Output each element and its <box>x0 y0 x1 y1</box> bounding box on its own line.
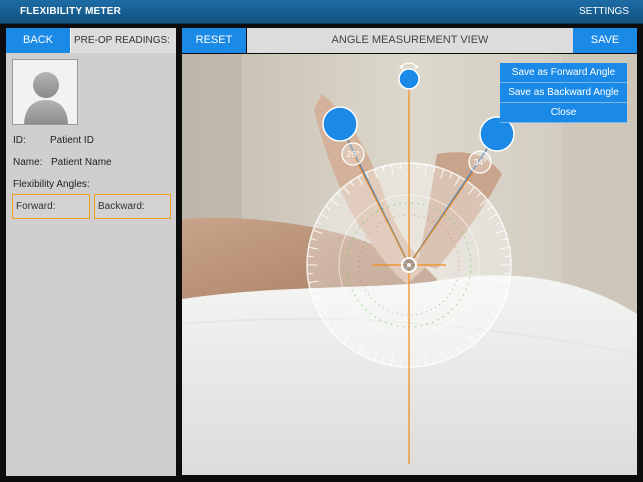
close-menu-item[interactable]: Close <box>500 103 627 123</box>
app-title: FLEXIBILITY METER <box>20 6 121 17</box>
name-label: Name: <box>13 157 43 168</box>
app-window: FLEXIBILITY METER SETTINGS BACK PRE-OP R… <box>0 0 643 482</box>
patient-name-value: Patient Name <box>51 157 112 168</box>
dial-tick <box>416 360 419 367</box>
rotate-arrows-icon <box>400 62 418 69</box>
patient-id-value: Patient ID <box>50 135 94 146</box>
dial-tick <box>399 163 402 170</box>
dial-tick <box>416 163 419 170</box>
left-angle-value: 26° <box>347 149 360 159</box>
save-angle-menu: Save as Forward Angle Save as Backward A… <box>500 63 627 123</box>
avatar-person-icon <box>24 72 68 124</box>
save-forward-angle-item[interactable]: Save as Forward Angle <box>500 63 627 83</box>
left-angle-handle[interactable] <box>322 106 358 142</box>
backward-angle-field[interactable]: Backward: <box>94 194 171 219</box>
settings-button[interactable]: SETTINGS <box>579 6 629 17</box>
forward-angle-field[interactable]: Forward: <box>12 194 90 219</box>
save-button[interactable]: SAVE <box>573 28 637 53</box>
id-label: ID: <box>13 135 26 146</box>
dial-tick <box>504 255 511 258</box>
reset-button[interactable]: RESET <box>182 28 246 53</box>
dial-tick <box>399 360 402 367</box>
dial-tick <box>307 272 314 275</box>
flexibility-angles-label: Flexibility Angles: <box>13 179 90 190</box>
patient-panel: ID: Patient ID Name: Patient Name Flexib… <box>6 53 176 476</box>
preop-readings-header: PRE-OP READINGS: <box>70 28 176 53</box>
save-backward-angle-item[interactable]: Save as Backward Angle <box>500 83 627 103</box>
right-angle-value: 34° <box>474 157 487 167</box>
view-title: ANGLE MEASUREMENT VIEW <box>247 28 573 53</box>
patient-avatar <box>12 59 78 125</box>
back-button[interactable]: BACK <box>6 28 70 53</box>
dial-tick <box>504 272 511 275</box>
dial-tick <box>307 255 314 258</box>
title-bar: FLEXIBILITY METER SETTINGS <box>0 0 643 24</box>
rotate-handle[interactable] <box>398 68 420 90</box>
